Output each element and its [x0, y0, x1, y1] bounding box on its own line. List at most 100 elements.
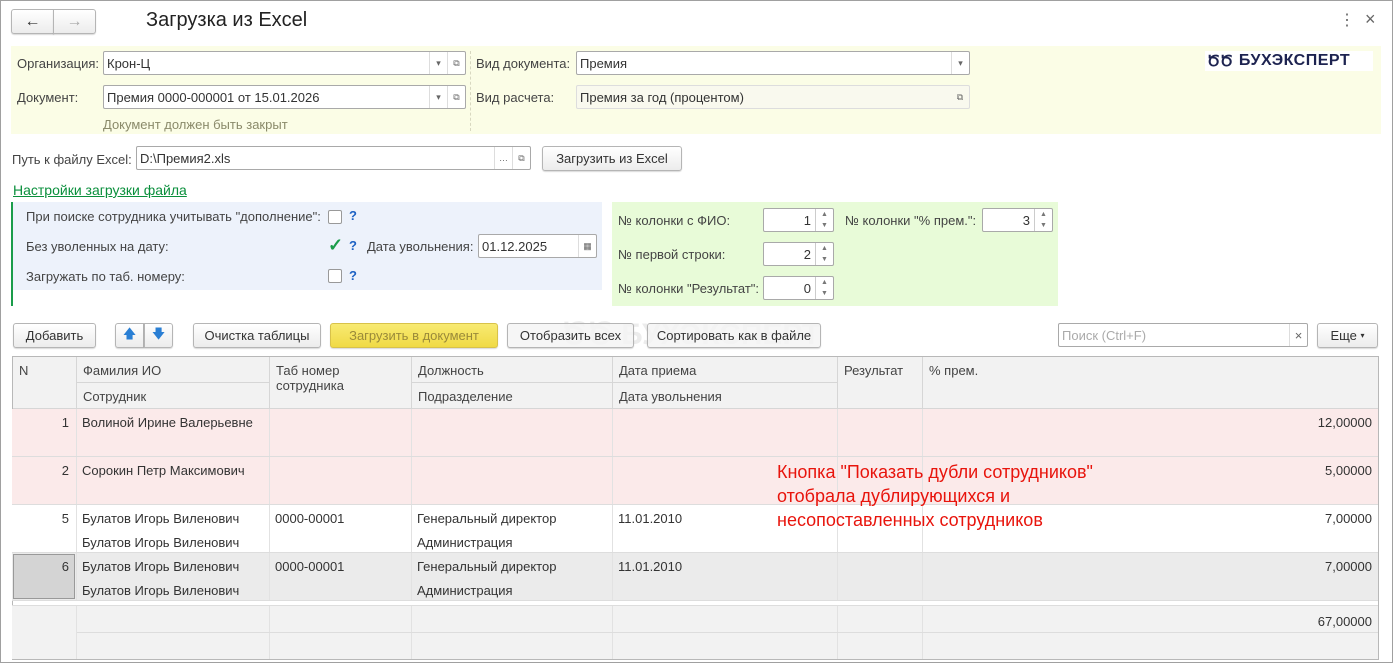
- add-button[interactable]: Добавить: [13, 323, 96, 348]
- cell-fio: Сорокин Петр Максимович: [82, 463, 245, 478]
- result-col-label: № колонки "Результат":: [618, 281, 760, 296]
- col-employee[interactable]: Сотрудник: [77, 383, 270, 409]
- fio-col-stepper[interactable]: 1 ▲ ▼: [763, 208, 834, 232]
- table-row[interactable]: 2 Сорокин Петр Максимович 5,00000: [12, 457, 1378, 505]
- doctype-value: Премия: [580, 55, 628, 71]
- search-input[interactable]: Поиск (Ctrl+F) ×: [1058, 323, 1308, 347]
- cell-fio: Булатов Игорь Виленович: [82, 559, 240, 574]
- open-icon[interactable]: ⧉: [512, 147, 530, 169]
- no-fired-checkbox[interactable]: ✓: [328, 236, 343, 254]
- page-title: Загрузка из Excel: [146, 9, 308, 31]
- logo-text: БУХЭКСПЕРТ: [1238, 52, 1351, 69]
- fire-date-label: Дата увольнения:: [367, 239, 474, 254]
- cell-employee[interactable]: Булатов Игорь Виленович: [82, 583, 239, 598]
- load-to-document-button[interactable]: Загрузить в документ: [330, 323, 498, 348]
- cell-n: 6: [61, 559, 69, 574]
- search-clear-icon[interactable]: ×: [1289, 324, 1307, 346]
- more-label: Еще: [1330, 328, 1357, 343]
- first-row-stepper[interactable]: 2 ▲ ▼: [763, 242, 834, 266]
- result-col-value: 0: [803, 280, 811, 296]
- doctype-label: Вид документа:: [476, 56, 571, 71]
- prem-col-stepper[interactable]: 3 ▲ ▼: [982, 208, 1053, 232]
- stepper-arrows-icon[interactable]: ▲ ▼: [815, 243, 833, 265]
- more-icon[interactable]: ⋮: [1339, 10, 1355, 30]
- fio-col-value: 1: [803, 212, 811, 228]
- annotation-line: Кнопка "Показать дубли сотрудников": [777, 462, 1093, 482]
- fire-date-value: 01.12.2025: [482, 238, 548, 254]
- cell-department: Администрация: [417, 535, 513, 550]
- first-row-label: № первой строки:: [618, 247, 726, 262]
- cell-position: Генеральный директор: [417, 559, 557, 574]
- window: ← → Загрузка из Excel ⋮ × Организация: К…: [0, 0, 1393, 663]
- col-fio[interactable]: Фамилия ИО: [77, 357, 270, 383]
- annotation: Кнопка "Показать дубли сотрудников" отоб…: [777, 460, 1093, 532]
- cell-percent: 7,00000: [1325, 559, 1372, 574]
- cell-hire: 11.01.2010: [618, 511, 683, 526]
- calc-value: Премия за год (процентом): [580, 89, 744, 105]
- more-button[interactable]: Еще ▾: [1317, 323, 1378, 348]
- cell-percent: 5,00000: [1325, 463, 1372, 478]
- annotation-line: несопоставленных сотрудников: [777, 510, 1043, 530]
- cell-employee[interactable]: Булатов Игорь Виленович: [82, 535, 239, 550]
- arrow-down-icon: 🡇: [151, 325, 166, 341]
- calc-field[interactable]: Премия за год (процентом) ⧉: [576, 85, 970, 109]
- dropdown-icon[interactable]: ▾: [429, 52, 447, 74]
- cell-position: Генеральный директор: [417, 511, 557, 526]
- clear-table-button[interactable]: Очистка таблицы: [193, 323, 321, 348]
- cell-n: 2: [61, 463, 69, 478]
- settings-link[interactable]: Настройки загрузки файла: [13, 182, 187, 198]
- table-row[interactable]: 6 Булатов Игорь Виленович Булатов Игорь Ви…: [12, 553, 1378, 601]
- by-tab-checkbox[interactable]: [328, 269, 342, 283]
- file-path-field[interactable]: D:\Премия2.xls … ⧉: [136, 146, 531, 170]
- show-all-button[interactable]: Отобразить всех: [507, 323, 634, 348]
- table-row[interactable]: 1 Волиной Ирине Валерьевне 12,00000: [12, 409, 1378, 457]
- doc-value: Премия 0000-000001 от 15.01.2026: [107, 89, 320, 105]
- prem-col-value: 3: [1022, 212, 1030, 228]
- dropdown-icon[interactable]: ▾: [951, 52, 969, 74]
- col-position[interactable]: Должность: [412, 357, 613, 383]
- open-icon[interactable]: ⧉: [447, 86, 465, 108]
- org-label: Организация:: [17, 56, 100, 71]
- doctype-field[interactable]: Премия ▾: [576, 51, 970, 75]
- arrow-up-icon: 🡅: [122, 325, 137, 341]
- col-result[interactable]: Результат: [838, 357, 923, 409]
- help-icon[interactable]: ?: [349, 208, 357, 223]
- by-tab-label: Загружать по таб. номеру:: [26, 269, 185, 284]
- annotation-line: отобрала дублирующихся и: [777, 486, 1011, 506]
- col-department[interactable]: Подразделение: [412, 383, 613, 409]
- addition-checkbox[interactable]: [328, 210, 342, 224]
- dropdown-icon[interactable]: ▾: [429, 86, 447, 108]
- stepper-arrows-icon[interactable]: ▲ ▼: [815, 209, 833, 231]
- move-up-button[interactable]: 🡅: [115, 323, 144, 348]
- stepper-arrows-icon[interactable]: ▲ ▼: [815, 277, 833, 299]
- arrow-left-icon: ←: [24, 12, 41, 30]
- doc-note: Документ должен быть закрыт: [103, 117, 288, 132]
- open-icon[interactable]: ⧉: [447, 52, 465, 74]
- col-n[interactable]: N: [13, 357, 77, 409]
- help-icon[interactable]: ?: [349, 238, 357, 253]
- col-percent[interactable]: % прем.: [923, 357, 1378, 409]
- forward-button[interactable]: →: [53, 9, 96, 34]
- sort-as-file-button[interactable]: Сортировать как в файле: [647, 323, 821, 348]
- calendar-icon[interactable]: ▦: [578, 235, 596, 257]
- back-button[interactable]: ←: [11, 9, 54, 34]
- table-row[interactable]: 5 Булатов Игорь Виленович Булатов Игорь Ви…: [12, 505, 1378, 553]
- col-fire[interactable]: Дата увольнения: [613, 383, 838, 409]
- cell-tab: 0000-00001: [275, 511, 345, 526]
- browse-icon[interactable]: …: [494, 147, 512, 169]
- open-icon[interactable]: ⧉: [951, 86, 969, 108]
- fire-date-field[interactable]: 01.12.2025 ▦: [478, 234, 597, 258]
- help-icon[interactable]: ?: [349, 268, 357, 283]
- result-col-stepper[interactable]: 0 ▲ ▼: [763, 276, 834, 300]
- doc-field[interactable]: Премия 0000-000001 от 15.01.2026 ▾ ⧉: [103, 85, 466, 109]
- close-icon[interactable]: ×: [1365, 9, 1376, 30]
- calc-label: Вид расчета:: [476, 90, 555, 105]
- stepper-arrows-icon[interactable]: ▲ ▼: [1034, 209, 1052, 231]
- col-tab[interactable]: Таб номер сотрудника: [270, 357, 412, 409]
- cell-fio: Волиной Ирине Валерьевне: [82, 415, 253, 430]
- col-hire[interactable]: Дата приема: [613, 357, 838, 383]
- org-field[interactable]: Крон-Ц ▾ ⧉: [103, 51, 466, 75]
- cell-tab: 0000-00001: [275, 559, 345, 574]
- move-down-button[interactable]: 🡇: [144, 323, 173, 348]
- load-excel-button[interactable]: Загрузить из Excel: [542, 146, 682, 171]
